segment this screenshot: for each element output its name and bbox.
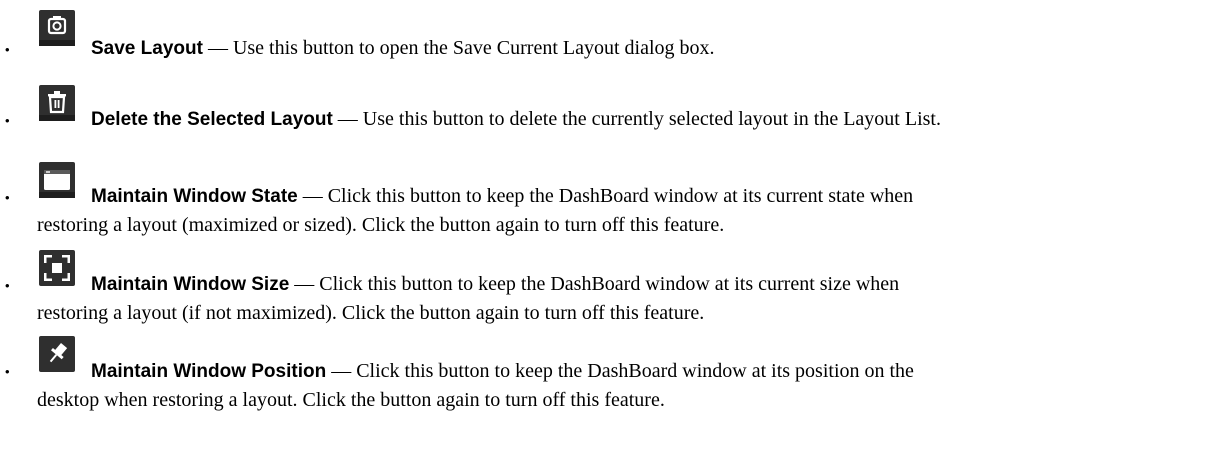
button-description-continued: restoring a layout (maximized or sized).… [37, 214, 725, 236]
pin-icon [39, 336, 75, 372]
bullet: • [5, 190, 10, 205]
list-item-maintain-window-state: • Maintain Window State — Click this but… [0, 162, 1214, 236]
window-icon [39, 162, 75, 198]
button-name: Delete the Selected Layout [91, 109, 333, 130]
bullet: • [5, 364, 10, 379]
camera-icon [39, 10, 75, 46]
list-item-save-layout: • Save Layout — Use this button to open … [0, 10, 1214, 59]
bullet: • [5, 42, 10, 57]
button-description: — Click this button to keep the DashBoar… [326, 360, 914, 382]
bullet: • [5, 113, 10, 128]
button-name: Maintain Window State [91, 186, 298, 207]
button-description-continued: desktop when restoring a layout. Click t… [37, 389, 665, 411]
button-name: Maintain Window Position [91, 361, 327, 382]
button-name: Maintain Window Size [91, 274, 290, 295]
button-description: — Use this button to delete the currentl… [332, 108, 941, 130]
button-description: — Click this button to keep the DashBoar… [289, 273, 900, 295]
button-description-continued: restoring a layout (if not maximized). C… [37, 302, 705, 324]
list-item-maintain-window-position: • Maintain Window Position — Click this … [0, 336, 1214, 411]
trash-icon [39, 85, 75, 121]
button-name: Save Layout [91, 38, 203, 59]
bullet: • [5, 278, 10, 293]
resize-corners-icon [39, 250, 75, 286]
button-description: — Click this button to keep the DashBoar… [297, 185, 914, 207]
list-item-delete-layout: • Delete the Selected Layout — Use this … [0, 85, 1214, 133]
button-description: — Use this button to open the Save Curre… [202, 37, 715, 59]
list-item-maintain-window-size: • Maintain Window Size — Click this butt… [0, 250, 1214, 324]
